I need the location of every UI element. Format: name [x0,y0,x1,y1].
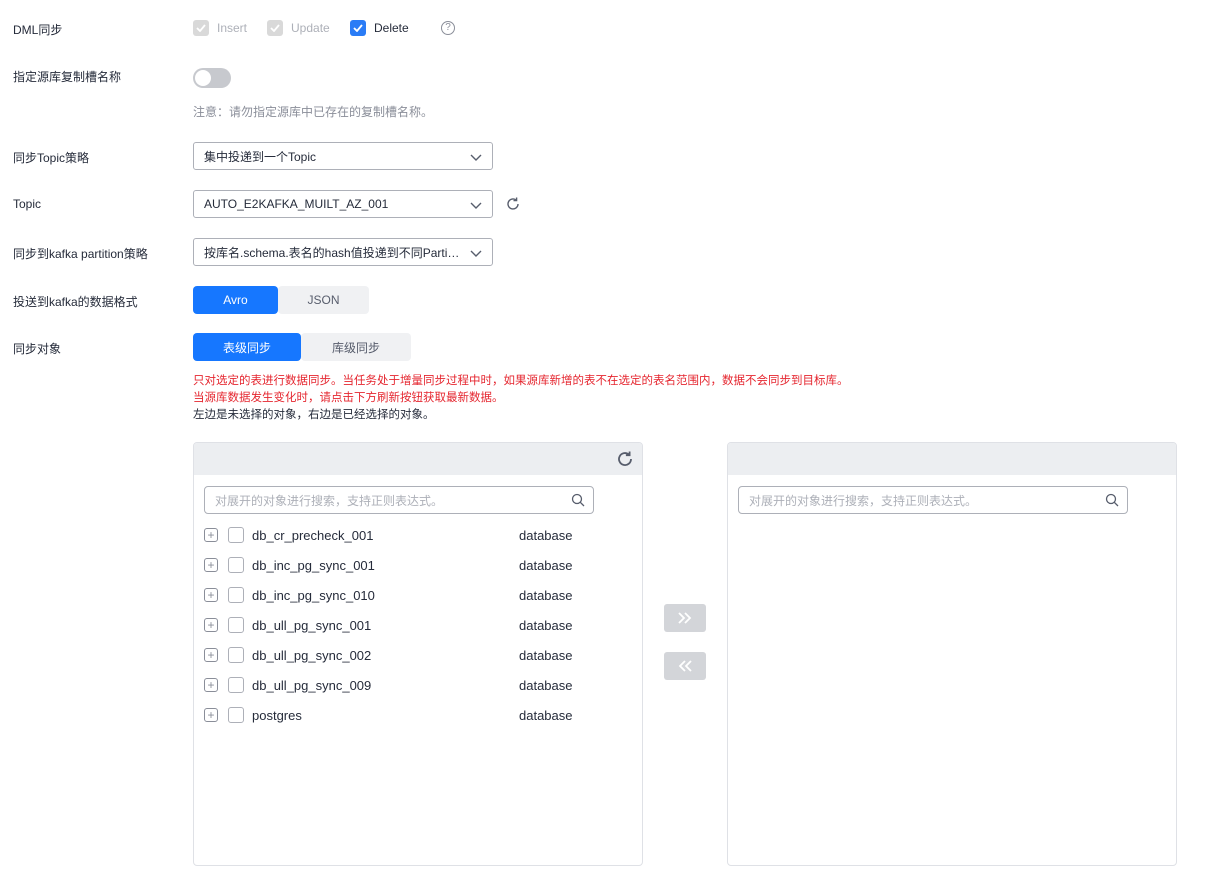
source-objects-panel: 对展开的对象进行搜索，支持正则表达式。 + db_cr_precheck_001… [193,442,643,866]
tree-row[interactable]: + db_ull_pg_sync_002 database [204,640,624,670]
expand-icon[interactable]: + [204,618,218,632]
row-type: database [519,677,573,693]
sync-info: 左边是未选择的对象，右边是已经选择的对象。 [193,409,435,421]
database-level-sync-button[interactable]: 库级同步 [301,333,411,361]
format-json-button[interactable]: JSON [278,286,369,314]
row-name: db_cr_precheck_001 [252,527,374,543]
delete-label: Delete [374,21,409,35]
tree-row[interactable]: + postgres database [204,700,624,730]
sync-warning-1: 只对选定的表进行数据同步。当任务处于增量同步过程中时，如果源库新增的表不在选定的… [193,375,849,387]
expand-icon[interactable]: + [204,708,218,722]
delete-checkbox[interactable]: Delete [350,20,409,36]
topic-strategy-value: 集中投递到一个Topic [204,149,317,164]
row-checkbox[interactable] [228,647,244,663]
remove-selected-button[interactable] [664,652,706,680]
row-checkbox[interactable] [228,527,244,543]
slot-note: 注意：请勿指定源库中已存在的复制槽名称。 [193,105,434,119]
search-icon [571,493,585,507]
sync-object-segment: 表级同步 库级同步 [193,333,411,361]
check-icon [267,20,283,36]
selected-search-input[interactable]: 对展开的对象进行搜索，支持正则表达式。 [738,486,1128,514]
row-checkbox[interactable] [228,557,244,573]
row-name: postgres [252,707,302,723]
chevron-down-icon [470,202,482,209]
row-name: db_ull_pg_sync_001 [252,617,372,633]
insert-checkbox[interactable]: Insert [193,20,247,36]
row-type: database [519,527,573,543]
row-name: db_inc_pg_sync_001 [252,557,375,573]
expand-icon[interactable]: + [204,648,218,662]
tree-row[interactable]: + db_inc_pg_sync_001 database [204,550,624,580]
update-checkbox[interactable]: Update [267,20,330,36]
partition-strategy-select[interactable]: 按库名.schema.表名的hash值投递到不同Partition [193,238,493,266]
search-icon [1105,493,1119,507]
slot-label: 指定源库复制槽名称 [13,70,122,84]
check-icon [193,20,209,36]
row-name: db_ull_pg_sync_002 [252,647,372,663]
tree-row[interactable]: + db_inc_pg_sync_010 database [204,580,624,610]
source-search-input[interactable]: 对展开的对象进行搜索，支持正则表达式。 [204,486,594,514]
row-name: db_ull_pg_sync_009 [252,677,372,693]
toggle-knob [195,70,211,86]
sync-object-label: 同步对象 [13,342,62,356]
row-type: database [519,557,573,573]
refresh-icon[interactable] [616,450,634,468]
format-avro-button[interactable]: Avro [193,286,278,314]
dml-label: DML同步 [13,23,63,37]
expand-icon[interactable]: + [204,558,218,572]
search-placeholder: 对展开的对象进行搜索，支持正则表达式。 [215,493,444,508]
add-selected-button[interactable] [664,604,706,632]
row-checkbox[interactable] [228,677,244,693]
tree-row[interactable]: + db_ull_pg_sync_009 database [204,670,624,700]
row-type: database [519,707,573,723]
row-checkbox[interactable] [228,707,244,723]
row-type: database [519,647,573,663]
partition-strategy-value: 按库名.schema.表名的hash值投递到不同Partition [204,245,462,260]
topic-select[interactable]: AUTO_E2KAFKA_MUILT_AZ_001 [193,190,493,218]
tree-row[interactable]: + db_cr_precheck_001 database [204,520,624,550]
update-label: Update [291,21,330,35]
double-chevron-left-icon [678,660,692,672]
chevron-down-icon [470,250,482,257]
row-name: db_inc_pg_sync_010 [252,587,375,603]
data-format-label: 投送到kafka的数据格式 [13,295,138,309]
row-checkbox[interactable] [228,587,244,603]
row-type: database [519,587,573,603]
question-circle-icon[interactable]: ? [441,21,455,35]
partition-strategy-label: 同步到kafka partition策略 [13,247,148,261]
search-placeholder: 对展开的对象进行搜索，支持正则表达式。 [749,493,978,508]
expand-icon[interactable]: + [204,678,218,692]
refresh-icon[interactable] [505,196,521,212]
row-type: database [519,617,573,633]
expand-icon[interactable]: + [204,588,218,602]
selected-objects-panel: 对展开的对象进行搜索，支持正则表达式。 [727,442,1177,866]
topic-label: Topic [13,197,42,211]
topic-strategy-select[interactable]: 集中投递到一个Topic [193,142,493,170]
tree-row[interactable]: + db_ull_pg_sync_001 database [204,610,624,640]
sync-warning-2: 当源库数据发生变化时，请点击下方刷新按钮获取最新数据。 [193,392,504,404]
panel-header [728,443,1176,475]
panel-header [194,443,642,475]
topic-value: AUTO_E2KAFKA_MUILT_AZ_001 [204,197,389,211]
chevron-down-icon [470,154,482,161]
check-icon [350,20,366,36]
topic-strategy-label: 同步Topic策略 [13,151,90,165]
row-checkbox[interactable] [228,617,244,633]
insert-label: Insert [217,21,248,35]
expand-icon[interactable]: + [204,528,218,542]
slot-toggle[interactable] [193,68,231,88]
data-format-segment: Avro JSON [193,286,369,314]
table-level-sync-button[interactable]: 表级同步 [193,333,301,361]
double-chevron-right-icon [678,612,692,624]
